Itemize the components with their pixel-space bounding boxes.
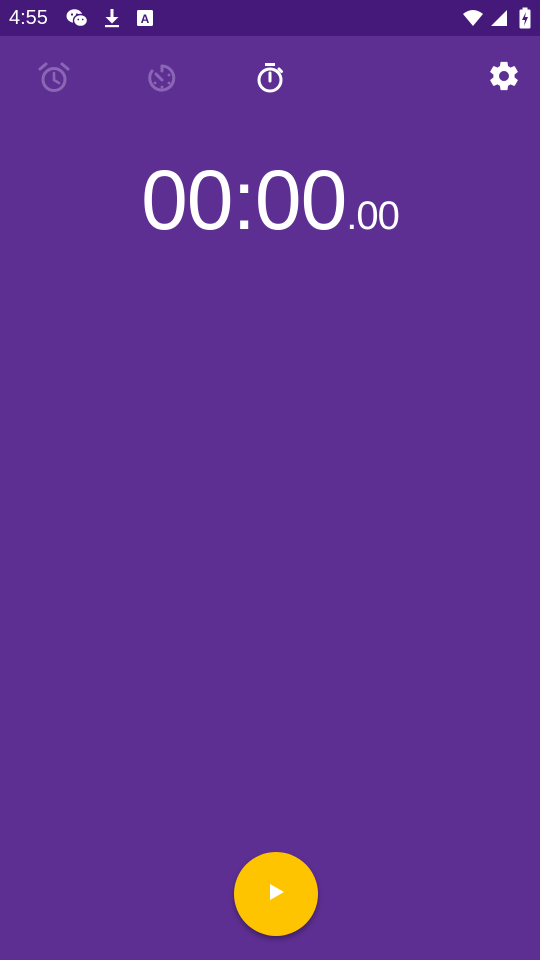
stopwatch-minutes-seconds: 00:00	[141, 153, 347, 247]
tab-alarm[interactable]	[32, 56, 76, 100]
timer-icon	[145, 61, 179, 95]
settings-button[interactable]	[482, 56, 526, 100]
stopwatch-time: 00:00 .00	[0, 150, 540, 250]
battery-charging-icon	[514, 7, 536, 29]
cell-signal-icon	[488, 7, 510, 29]
gear-icon	[487, 59, 521, 98]
alarm-icon	[37, 61, 71, 95]
tab-timer[interactable]	[140, 56, 184, 100]
keyboard-a-icon: A	[134, 7, 156, 29]
wifi-icon	[462, 7, 484, 29]
start-button[interactable]	[234, 852, 318, 936]
status-time: 4:55	[9, 7, 48, 29]
tab-stopwatch[interactable]	[248, 56, 292, 100]
wechat-icon	[66, 7, 88, 29]
svg-text:A: A	[141, 12, 150, 26]
play-icon	[265, 881, 287, 908]
status-bar: 4:55 A	[0, 0, 540, 36]
download-icon	[101, 7, 123, 29]
stopwatch-icon	[253, 61, 287, 95]
stopwatch-hundredths: .00	[346, 194, 400, 238]
stopwatch-screen: 4:55 A 00:00 .00	[0, 0, 540, 960]
